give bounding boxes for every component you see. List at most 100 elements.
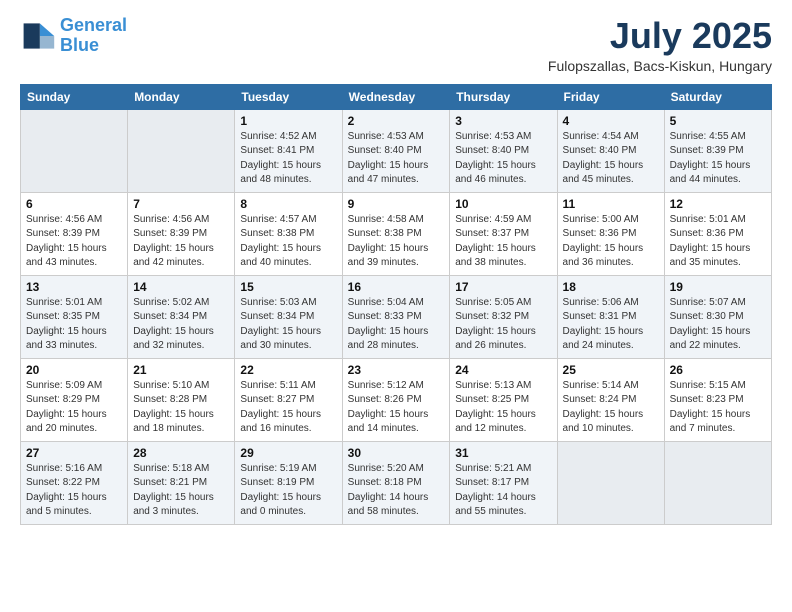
day-info: Sunrise: 5:13 AM Sunset: 8:25 PM Dayligh… (455, 379, 551, 437)
day-info: Sunrise: 5:06 AM Sunset: 8:31 PM Dayligh… (563, 296, 659, 354)
calendar-cell: 3Sunrise: 4:53 AM Sunset: 8:40 PM Daylig… (450, 109, 557, 192)
day-number: 8 (240, 197, 336, 211)
weekday-header: Thursday (450, 84, 557, 109)
calendar-cell: 15Sunrise: 5:03 AM Sunset: 8:34 PM Dayli… (235, 275, 342, 358)
day-info: Sunrise: 5:10 AM Sunset: 8:28 PM Dayligh… (133, 379, 229, 437)
title-block: July 2025 Fulopszallas, Bacs-Kiskun, Hun… (548, 16, 772, 74)
day-info: Sunrise: 5:03 AM Sunset: 8:34 PM Dayligh… (240, 296, 336, 354)
calendar-week-row: 20 Sunrise: 5:09 AM Sunset: 8:29 PM Dayli… (21, 358, 772, 441)
calendar-cell (557, 441, 664, 524)
day-info: Sunrise: 5:18 AM Sunset: 8:21 PM Dayligh… (133, 462, 229, 520)
day-number: 17 (455, 280, 551, 294)
calendar-cell: 7 Sunrise: 4:56 AM Sunset: 8:39 PM Daylig… (128, 192, 235, 275)
day-info: Sunrise: 5:02 AM Sunset: 8:34 PM Dayligh… (133, 296, 229, 354)
day-info: Sunrise: 5:01 AM Sunset: 8:36 PM Dayligh… (670, 213, 766, 271)
day-info: Sunrise: 5:11 AM Sunset: 8:27 PM Dayligh… (240, 379, 336, 437)
day-number: 13 (26, 280, 122, 294)
weekday-header: Sunday (21, 84, 128, 109)
day-info: Sunrise: 4:58 AM Sunset: 8:38 PM Dayligh… (348, 213, 445, 271)
day-number: 1 (240, 114, 336, 128)
calendar-cell: 26 Sunrise: 5:15 AM Sunset: 8:23 PM Dayli… (664, 358, 771, 441)
day-number: 20 (26, 363, 122, 377)
weekday-header: Wednesday (342, 84, 450, 109)
calendar-cell: 11 Sunrise: 5:00 AM Sunset: 8:36 PM Dayli… (557, 192, 664, 275)
day-number: 21 (133, 363, 229, 377)
calendar-cell: 17Sunrise: 5:05 AM Sunset: 8:32 PM Dayli… (450, 275, 557, 358)
day-number: 3 (455, 114, 551, 128)
day-info: Sunrise: 5:04 AM Sunset: 8:33 PM Dayligh… (348, 296, 445, 354)
day-number: 26 (670, 363, 766, 377)
day-info: Sunrise: 5:20 AM Sunset: 8:18 PM Dayligh… (348, 462, 445, 520)
calendar-cell: 29 Sunrise: 5:19 AM Sunset: 8:19 PM Dayli… (235, 441, 342, 524)
calendar-cell: 4 Sunrise: 4:54 AM Sunset: 8:40 PM Daylig… (557, 109, 664, 192)
location-title: Fulopszallas, Bacs-Kiskun, Hungary (548, 58, 772, 74)
calendar-cell (664, 441, 771, 524)
logo-text: GeneralBlue (60, 16, 127, 56)
calendar-cell: 2 Sunrise: 4:53 AM Sunset: 8:40 PM Daylig… (342, 109, 450, 192)
calendar-cell: 8 Sunrise: 4:57 AM Sunset: 8:38 PM Daylig… (235, 192, 342, 275)
day-info: Sunrise: 4:56 AM Sunset: 8:39 PM Dayligh… (133, 213, 229, 271)
calendar-week-row: 27Sunrise: 5:16 AM Sunset: 8:22 PM Dayli… (21, 441, 772, 524)
day-info: Sunrise: 5:16 AM Sunset: 8:22 PM Dayligh… (26, 462, 122, 520)
day-info: Sunrise: 5:01 AM Sunset: 8:35 PM Dayligh… (26, 296, 122, 354)
day-info: Sunrise: 5:09 AM Sunset: 8:29 PM Dayligh… (26, 379, 122, 437)
calendar-table: SundayMondayTuesdayWednesdayThursdayFrid… (20, 84, 772, 525)
day-number: 19 (670, 280, 766, 294)
day-number: 28 (133, 446, 229, 460)
day-number: 6 (26, 197, 122, 211)
day-number: 5 (670, 114, 766, 128)
calendar-cell: 5 Sunrise: 4:55 AM Sunset: 8:39 PM Daylig… (664, 109, 771, 192)
day-number: 7 (133, 197, 229, 211)
day-number: 18 (563, 280, 659, 294)
day-info: Sunrise: 5:19 AM Sunset: 8:19 PM Dayligh… (240, 462, 336, 520)
day-number: 23 (348, 363, 445, 377)
day-number: 4 (563, 114, 659, 128)
calendar-cell: 10Sunrise: 4:59 AM Sunset: 8:37 PM Dayli… (450, 192, 557, 275)
day-info: Sunrise: 4:56 AM Sunset: 8:39 PM Dayligh… (26, 213, 122, 271)
day-info: Sunrise: 4:53 AM Sunset: 8:40 PM Dayligh… (348, 130, 445, 188)
day-info: Sunrise: 5:12 AM Sunset: 8:26 PM Dayligh… (348, 379, 445, 437)
logo-icon (20, 18, 56, 54)
calendar-cell: 20 Sunrise: 5:09 AM Sunset: 8:29 PM Dayli… (21, 358, 128, 441)
day-info: Sunrise: 4:52 AM Sunset: 8:41 PM Dayligh… (240, 130, 336, 188)
day-info: Sunrise: 4:55 AM Sunset: 8:39 PM Dayligh… (670, 130, 766, 188)
weekday-header: Monday (128, 84, 235, 109)
day-number: 9 (348, 197, 445, 211)
calendar-cell: 12 Sunrise: 5:01 AM Sunset: 8:36 PM Dayli… (664, 192, 771, 275)
calendar-cell: 28 Sunrise: 5:18 AM Sunset: 8:21 PM Dayli… (128, 441, 235, 524)
day-number: 2 (348, 114, 445, 128)
day-info: Sunrise: 4:54 AM Sunset: 8:40 PM Dayligh… (563, 130, 659, 188)
calendar-week-row: 1 Sunrise: 4:52 AM Sunset: 8:41 PM Daylig… (21, 109, 772, 192)
day-number: 31 (455, 446, 551, 460)
calendar-header-row: SundayMondayTuesdayWednesdayThursdayFrid… (21, 84, 772, 109)
day-number: 16 (348, 280, 445, 294)
calendar-cell: 30 Sunrise: 5:20 AM Sunset: 8:18 PM Dayli… (342, 441, 450, 524)
calendar-week-row: 6 Sunrise: 4:56 AM Sunset: 8:39 PM Daylig… (21, 192, 772, 275)
month-title: July 2025 (548, 16, 772, 56)
day-info: Sunrise: 5:14 AM Sunset: 8:24 PM Dayligh… (563, 379, 659, 437)
calendar-cell: 19Sunrise: 5:07 AM Sunset: 8:30 PM Dayli… (664, 275, 771, 358)
calendar-cell: 23 Sunrise: 5:12 AM Sunset: 8:26 PM Dayli… (342, 358, 450, 441)
calendar-cell: 13 Sunrise: 5:01 AM Sunset: 8:35 PM Dayli… (21, 275, 128, 358)
page-header: GeneralBlue July 2025 Fulopszallas, Bacs… (20, 16, 772, 74)
day-number: 25 (563, 363, 659, 377)
calendar-cell: 21 Sunrise: 5:10 AM Sunset: 8:28 PM Dayli… (128, 358, 235, 441)
day-number: 30 (348, 446, 445, 460)
calendar-cell: 9 Sunrise: 4:58 AM Sunset: 8:38 PM Daylig… (342, 192, 450, 275)
day-number: 29 (240, 446, 336, 460)
day-info: Sunrise: 5:21 AM Sunset: 8:17 PM Dayligh… (455, 462, 551, 520)
calendar-cell: 18 Sunrise: 5:06 AM Sunset: 8:31 PM Dayli… (557, 275, 664, 358)
day-number: 22 (240, 363, 336, 377)
day-number: 10 (455, 197, 551, 211)
day-info: Sunrise: 4:57 AM Sunset: 8:38 PM Dayligh… (240, 213, 336, 271)
day-number: 14 (133, 280, 229, 294)
day-info: Sunrise: 5:00 AM Sunset: 8:36 PM Dayligh… (563, 213, 659, 271)
calendar-cell: 24 Sunrise: 5:13 AM Sunset: 8:25 PM Dayli… (450, 358, 557, 441)
calendar-cell (128, 109, 235, 192)
day-info: Sunrise: 5:15 AM Sunset: 8:23 PM Dayligh… (670, 379, 766, 437)
weekday-header: Saturday (664, 84, 771, 109)
day-number: 11 (563, 197, 659, 211)
day-number: 12 (670, 197, 766, 211)
calendar-cell: 1 Sunrise: 4:52 AM Sunset: 8:41 PM Daylig… (235, 109, 342, 192)
day-number: 24 (455, 363, 551, 377)
